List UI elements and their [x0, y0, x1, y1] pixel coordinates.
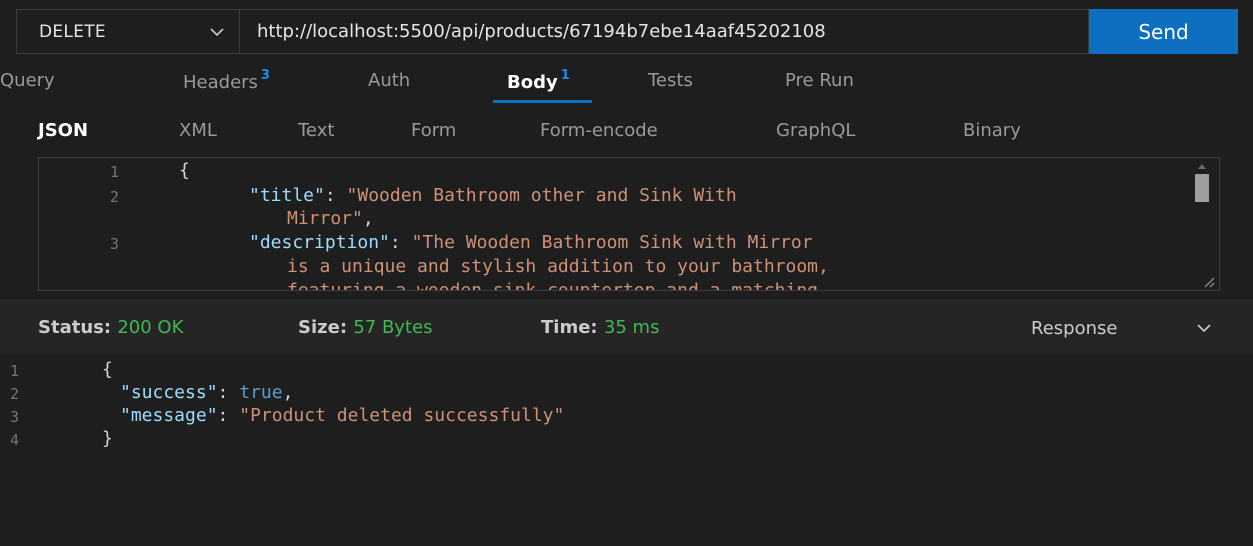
time-value: 35 ms [603, 317, 660, 338]
line-number: 3 [10, 408, 20, 426]
subtab-binary[interactable]: Binary [963, 120, 1021, 141]
body-type-tabs: JSON XML Text Form Form-encode GraphQL B… [0, 110, 1253, 150]
tab-auth[interactable]: Auth [368, 70, 410, 91]
response-status-bar: Status: 200 OK Size: 57 Bytes Time: 35 m… [0, 301, 1253, 354]
code-line: { [179, 160, 190, 181]
send-button[interactable]: Send [1089, 9, 1238, 54]
headers-count-badge: 3 [260, 68, 270, 83]
response-line: "success": true, [120, 382, 294, 403]
subtab-form[interactable]: Form [411, 120, 456, 141]
scroll-up-arrow-icon[interactable] [1198, 164, 1206, 169]
tab-pre-run[interactable]: Pre Run [785, 70, 854, 91]
subtab-graphql[interactable]: GraphQL [776, 120, 855, 141]
response-view-select[interactable]: Response [1031, 318, 1117, 339]
tab-body[interactable]: Body 1 [507, 68, 570, 93]
request-bar: DELETE http://localhost:5500/api/product… [16, 9, 1238, 54]
resize-handle-icon[interactable] [1203, 276, 1215, 288]
code-line: "description": "The Wooden Bathroom Sink… [249, 232, 813, 253]
code-line: featuring a wooden sink countertop and a… [287, 280, 819, 291]
method-select[interactable]: DELETE [16, 9, 240, 54]
response-line: "message": "Product deleted successfully… [120, 405, 565, 426]
request-tabs: Query Headers 3 Auth Body 1 Tests Pre Run [0, 58, 1253, 104]
response-body: 1 2 3 4 { "success": true, "message": "P… [0, 354, 1253, 546]
subtab-form-encode[interactable]: Form-encode [540, 120, 658, 141]
code-line: "title": "Wooden Bathroom other and Sink… [249, 185, 737, 206]
status-info: Status: 200 OK [38, 317, 184, 338]
subtab-text[interactable]: Text [298, 120, 334, 141]
line-number: 1 [109, 163, 119, 181]
code-line: Mirror", [287, 208, 374, 229]
line-number: 2 [10, 385, 20, 403]
code-line: is a unique and stylish addition to your… [287, 256, 829, 277]
tab-headers[interactable]: Headers 3 [183, 68, 270, 93]
subtab-xml[interactable]: XML [179, 120, 217, 141]
status-value: 200 OK [117, 317, 184, 338]
line-number: 3 [109, 235, 119, 253]
tab-query[interactable]: Query [0, 70, 55, 91]
url-text: http://localhost:5500/api/products/67194… [257, 21, 826, 42]
subtab-json[interactable]: JSON [38, 120, 88, 141]
chevron-down-icon [210, 28, 224, 37]
method-label: DELETE [39, 21, 106, 42]
line-number: 4 [10, 431, 20, 449]
active-tab-indicator [493, 100, 592, 103]
line-number: 2 [109, 188, 119, 206]
size-value: 57 Bytes [353, 317, 433, 338]
response-line: } [102, 428, 113, 449]
tab-tests[interactable]: Tests [648, 70, 693, 91]
chevron-down-icon[interactable] [1196, 321, 1212, 335]
size-info: Size: 57 Bytes [298, 317, 433, 338]
time-info: Time: 35 ms [541, 317, 660, 338]
body-count-badge: 1 [560, 68, 570, 83]
response-line: { [102, 359, 113, 380]
url-input[interactable]: http://localhost:5500/api/products/67194… [240, 9, 1089, 54]
json-body-editor[interactable]: 1 2 3 { "title": "Wooden Bathroom other … [38, 157, 1220, 291]
line-number: 1 [10, 362, 20, 380]
scrollbar-thumb[interactable] [1195, 174, 1209, 202]
